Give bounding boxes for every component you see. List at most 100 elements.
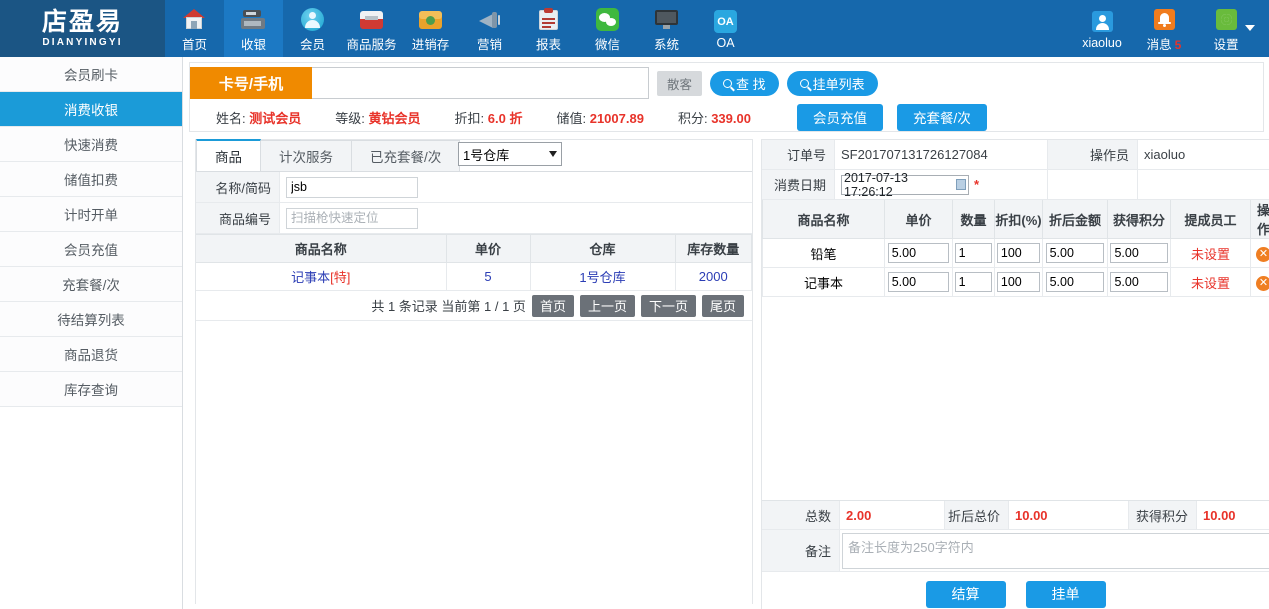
account-avatar-icon xyxy=(1090,9,1115,34)
sidebar-item-quick-consume[interactable]: 快速消费 xyxy=(0,127,182,162)
pager-last-button[interactable]: 尾页 xyxy=(701,294,744,317)
sidebar: 会员刷卡 消费收银 快速消费 储值扣费 计时开单 会员充值 充套餐/次 待结算列… xyxy=(0,57,183,609)
sidebar-item-package-recharge[interactable]: 充套餐/次 xyxy=(0,267,182,302)
cart-qty-input-1[interactable] xyxy=(954,272,993,292)
calendar-icon[interactable] xyxy=(955,179,966,190)
pager-first-button[interactable]: 首页 xyxy=(531,294,574,317)
chevron-down-icon[interactable] xyxy=(1245,25,1255,31)
nav-item-cashier[interactable]: 收银 xyxy=(224,0,283,57)
product-cell-price: 5 xyxy=(446,262,531,291)
note-textarea[interactable] xyxy=(842,533,1269,569)
cart-cell-amount xyxy=(1042,238,1108,268)
system-monitor-icon xyxy=(654,7,679,32)
sidebar-item-member-swipe[interactable]: 会员刷卡 xyxy=(0,57,182,92)
find-button-label: 查 找 xyxy=(736,76,766,92)
total-price-label: 折后总价 xyxy=(945,501,1009,529)
product-th-price: 单价 xyxy=(446,234,531,263)
order-actions: 结算 挂单 xyxy=(762,572,1269,609)
nav-label-home: 首页 xyxy=(181,37,207,52)
sidebar-item-pending-settlement[interactable]: 待结算列表 xyxy=(0,302,182,337)
nav-label-member: 会员 xyxy=(299,37,325,52)
nav-item-member[interactable]: 会员 xyxy=(283,0,342,57)
total-points-label: 获得积分 xyxy=(1129,501,1197,529)
sidebar-item-timed-order[interactable]: 计时开单 xyxy=(0,197,182,232)
product-th-name: 商品名称 xyxy=(196,234,447,263)
member-level-value: 黄钻会员 xyxy=(368,110,421,126)
field-row-goods-code: 商品编号 xyxy=(196,203,752,234)
find-button[interactable]: 查 找 xyxy=(710,70,779,96)
messages-badge: 5 xyxy=(1174,37,1182,52)
nav-item-goods-service[interactable]: 商品服务 xyxy=(342,0,401,57)
nav-item-inventory[interactable]: 进销存 xyxy=(401,0,460,57)
tab-goods[interactable]: 商品 xyxy=(196,139,261,171)
goods-code-input[interactable] xyxy=(286,207,418,229)
consume-date-input[interactable]: 2017-07-13 17:26:12 xyxy=(841,171,969,199)
nav-label-system: 系统 xyxy=(653,37,679,52)
cart-empty-area xyxy=(762,297,1269,500)
table-row[interactable]: 记事本[特] 5 1号仓库 2000 xyxy=(196,262,752,291)
nav-label-oa: OA xyxy=(716,36,735,50)
cart-points-input-0[interactable] xyxy=(1110,243,1168,263)
tab-count-service[interactable]: 计次服务 xyxy=(260,140,352,171)
delete-row-icon[interactable]: ✕ xyxy=(1256,246,1269,262)
cart-amount-input-1[interactable] xyxy=(1045,272,1105,292)
nav-item-report[interactable]: 报表 xyxy=(519,0,578,57)
package-recharge-button[interactable]: 充套餐/次 xyxy=(896,103,987,131)
nav-item-oa[interactable]: OA OA xyxy=(696,0,755,57)
chevron-down-icon-warehouse xyxy=(549,151,557,157)
member-recharge-button[interactable]: 会员充值 xyxy=(796,103,883,131)
nav-item-settings[interactable]: 设置 xyxy=(1195,0,1257,57)
hold-list-button[interactable]: 挂单列表 xyxy=(786,70,878,96)
cart-price-input-1[interactable] xyxy=(887,272,950,292)
product-tabs: 商品 计次服务 已充套餐/次 1号仓库 xyxy=(196,139,752,172)
nav-item-account[interactable]: xiaoluo xyxy=(1071,0,1133,57)
operator-label: 操作员 xyxy=(1048,140,1138,169)
member-level-key: 等级: xyxy=(335,110,365,126)
cart-qty-input-0[interactable] xyxy=(954,243,993,263)
tab-charged-package[interactable]: 已充套餐/次 xyxy=(351,140,461,171)
cart-points-input-1[interactable] xyxy=(1110,272,1168,292)
member-name-value: 测试会员 xyxy=(249,110,302,126)
member-discount-key: 折扣: xyxy=(454,110,485,126)
cart-cell-staff[interactable]: 未设置 xyxy=(1170,267,1251,297)
cart-cell-staff[interactable]: 未设置 xyxy=(1170,238,1251,268)
member-discount-pair: 折扣: 6.0 折 xyxy=(455,108,523,127)
nav-item-wechat[interactable]: 微信 xyxy=(578,0,637,57)
cart-cell-amount xyxy=(1042,267,1108,297)
hold-order-button[interactable]: 挂单 xyxy=(1025,580,1106,608)
nav-item-messages[interactable]: 消息 5 xyxy=(1133,0,1195,57)
settle-button[interactable]: 结算 xyxy=(925,580,1006,608)
name-code-input[interactable] xyxy=(286,176,418,198)
sidebar-item-goods-return[interactable]: 商品退货 xyxy=(0,337,182,372)
nav-item-home[interactable]: 首页 xyxy=(165,0,224,57)
cart-price-input-0[interactable] xyxy=(887,243,950,263)
consume-date-filler-right xyxy=(1138,170,1269,199)
cart-discount-input-1[interactable] xyxy=(996,272,1041,292)
cart-amount-input-0[interactable] xyxy=(1045,243,1105,263)
nav-item-system[interactable]: 系统 xyxy=(637,0,696,57)
pager-prev-button[interactable]: 上一页 xyxy=(579,294,635,317)
card-number-input[interactable] xyxy=(312,67,649,99)
brand-logo[interactable]: 店盈易 DIANYINGYI xyxy=(0,0,165,57)
sidebar-item-consume-cashier[interactable]: 消费收银 xyxy=(0,92,182,127)
delete-row-icon[interactable]: ✕ xyxy=(1256,275,1269,291)
member-search-panel: 卡号/手机 散客 查 找 挂单列表 姓名: 测试会员 等级: 黄钻会员 折扣: … xyxy=(189,62,1264,132)
cart-discount-input-0[interactable] xyxy=(996,243,1041,263)
wechat-icon xyxy=(595,7,620,32)
account-name: xiaoluo xyxy=(1082,36,1122,50)
nav-item-marketing[interactable]: 营销 xyxy=(460,0,519,57)
card-number-label: 卡号/手机 xyxy=(190,67,312,99)
sidebar-item-member-recharge[interactable]: 会员充值 xyxy=(0,232,182,267)
total-count-label: 总数 xyxy=(762,501,840,529)
warehouse-select[interactable]: 1号仓库 xyxy=(458,142,562,166)
sidebar-item-stored-deduct[interactable]: 储值扣费 xyxy=(0,162,182,197)
consume-date-text: 2017-07-13 17:26:12 xyxy=(844,170,908,199)
table-row: 记事本 未设置 ✕ xyxy=(762,267,1269,297)
consume-date-row: 消费日期 2017-07-13 17:26:12 * xyxy=(762,170,1269,200)
product-search-panel: 商品 计次服务 已充套餐/次 1号仓库 名称/简码 商品编号 xyxy=(195,139,753,609)
guest-button[interactable]: 散客 xyxy=(657,70,703,96)
sidebar-item-stock-query[interactable]: 库存查询 xyxy=(0,372,182,407)
pager-next-button[interactable]: 下一页 xyxy=(640,294,696,317)
main-content: 卡号/手机 散客 查 找 挂单列表 姓名: 测试会员 等级: 黄钻会员 折扣: … xyxy=(183,57,1269,609)
product-cell-name[interactable]: 记事本[特] xyxy=(196,262,447,291)
